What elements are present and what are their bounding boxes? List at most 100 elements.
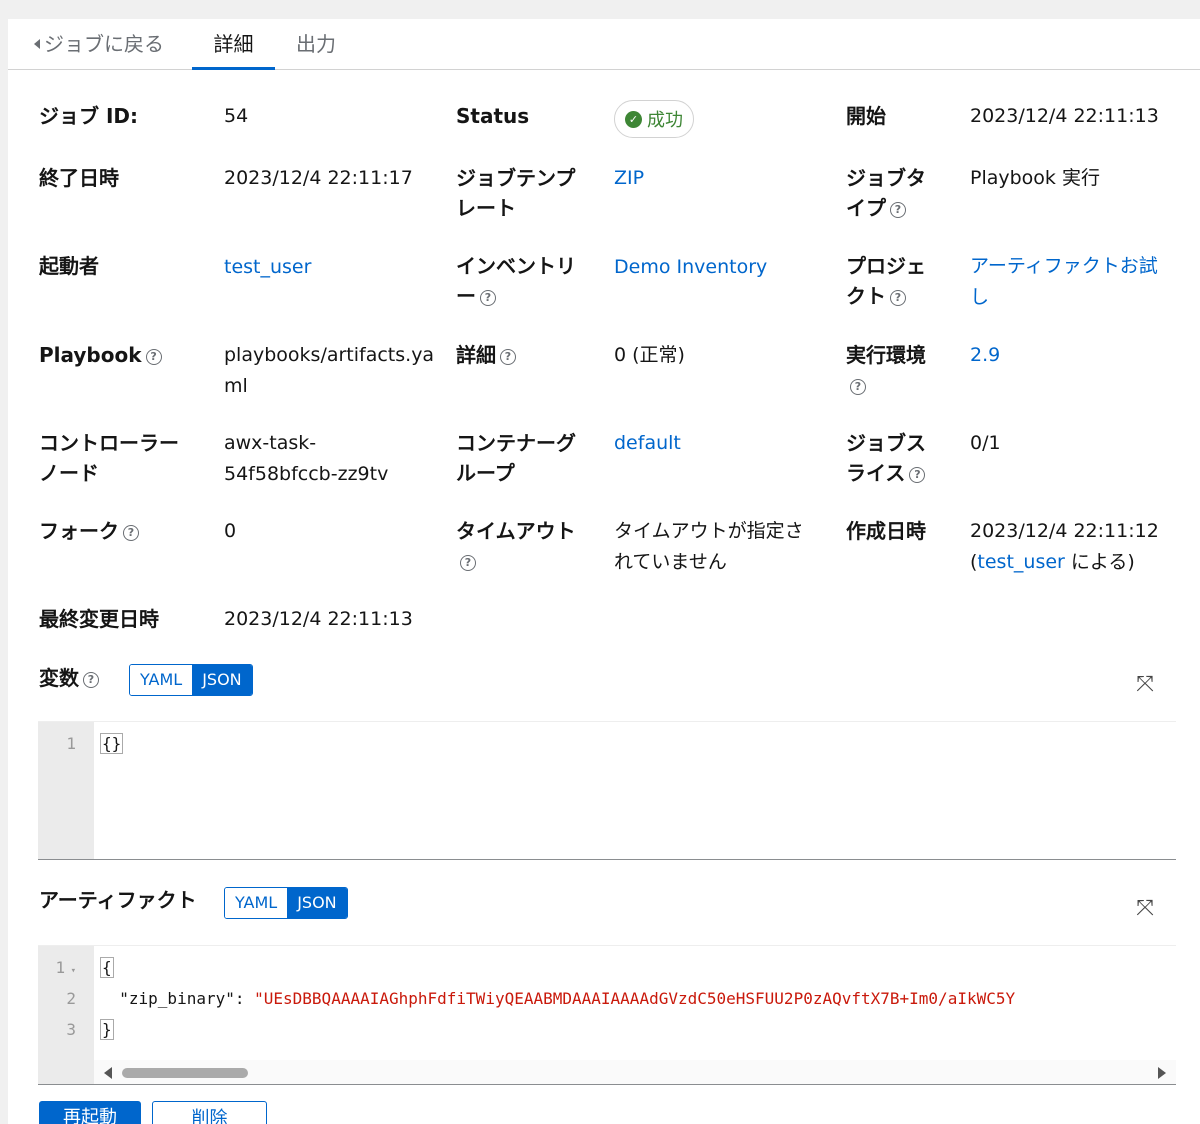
created-by-user-link[interactable]: test_user xyxy=(977,551,1064,573)
artifacts-yaml-button[interactable]: YAML xyxy=(225,888,288,918)
variables-code-line: {} xyxy=(100,728,124,759)
modified-label: 最終変更日時 xyxy=(39,607,159,631)
timeout-value: タイムアウトが指定さ れていません xyxy=(614,516,804,578)
controller-node-label-line2: ノード xyxy=(39,461,99,485)
tab-back-to-jobs[interactable]: ジョブに戻る xyxy=(34,19,164,70)
delete-button[interactable]: 削除 xyxy=(152,1101,267,1124)
job-template-link[interactable]: ZIP xyxy=(614,163,644,194)
project-link[interactable]: アーティファクトお試 し xyxy=(970,251,1158,313)
line-number: 3 xyxy=(66,1020,76,1039)
open-brace: { xyxy=(100,957,114,978)
fold-caret-icon[interactable]: ▾ xyxy=(65,966,76,976)
check-circle-icon: ✓ xyxy=(625,110,642,128)
started-value: 2023/12/4 22:11:13 xyxy=(970,105,1159,127)
timeout-value-line2: れていません xyxy=(614,551,727,573)
job-id-value: 54 xyxy=(224,105,249,127)
modified-value: 2023/12/4 22:11:13 xyxy=(224,608,413,630)
scroll-left-icon[interactable] xyxy=(104,1067,112,1079)
job-type-label: ジョブタ イプ? xyxy=(846,163,926,223)
job-slice-label-line1: ジョブス xyxy=(846,431,926,455)
artifacts-json-button[interactable]: JSON xyxy=(287,888,347,918)
project-label: プロジェ クト? xyxy=(846,251,926,311)
artifacts-code-line-1: { xyxy=(100,952,114,983)
variables-yaml-button[interactable]: YAML xyxy=(130,665,193,695)
caret-left-icon xyxy=(34,39,40,49)
tab-bar: ジョブに戻る 詳細 出力 xyxy=(8,19,1200,70)
artifacts-editor[interactable]: 1 ▾ 2 3 { "zip_binary": "UEsDBBQAAAAIAGh… xyxy=(38,945,1176,1085)
verbosity-value: 0 (正常) xyxy=(614,344,685,366)
artifacts-format-toggle: YAML JSON xyxy=(224,887,348,919)
controller-node-value-line2: 54f58bfccb-zz9tv xyxy=(224,463,389,485)
expand-icon[interactable]: ⤧ xyxy=(1134,898,1156,920)
project-label-line1: プロジェ xyxy=(846,254,926,278)
forks-label-text: フォーク xyxy=(39,519,119,543)
inventory-link[interactable]: Demo Inventory xyxy=(614,252,767,283)
created-label: 作成日時 xyxy=(846,519,926,543)
job-type-label-line2: イプ xyxy=(846,196,886,220)
job-slice-label-line2: ライス xyxy=(846,461,906,485)
line-number: 1 xyxy=(66,734,76,753)
help-icon[interactable]: ? xyxy=(460,555,476,571)
forks-value: 0 xyxy=(224,520,237,542)
project-link-line1: アーティファクトお試 xyxy=(970,255,1158,277)
execution-env-link[interactable]: 2.9 xyxy=(970,340,1000,371)
project-label-line2: クト xyxy=(846,284,886,308)
help-icon[interactable]: ? xyxy=(145,349,162,365)
launched-by-link[interactable]: test_user xyxy=(224,252,311,283)
created-date: 2023/12/4 22:11:12 xyxy=(970,520,1159,542)
tab-back-label: ジョブに戻る xyxy=(44,32,164,56)
artifacts-code-line-3: } xyxy=(100,1014,114,1045)
close-brace: } xyxy=(100,1019,114,1040)
container-group-label: コンテナーグ ループ xyxy=(456,428,576,488)
line-number: 2 xyxy=(66,989,76,1008)
variables-editor-gutter: 1 xyxy=(38,722,94,859)
playbook-value-line2: ml xyxy=(224,375,248,397)
relaunch-button[interactable]: 再起動 xyxy=(39,1101,141,1124)
artifact-colon: : xyxy=(234,989,255,1008)
expand-icon[interactable]: ⤧ xyxy=(1134,674,1156,696)
variables-json-button[interactable]: JSON xyxy=(192,665,252,695)
variables-label-text: 変数 xyxy=(39,666,79,690)
scrollbar-thumb[interactable] xyxy=(122,1068,248,1078)
job-template-label-line2: レート xyxy=(456,196,516,220)
help-icon[interactable]: ? xyxy=(850,379,866,395)
verbosity-label: 詳細? xyxy=(456,340,516,370)
scroll-right-icon[interactable] xyxy=(1158,1067,1166,1079)
variables-format-toggle: YAML JSON xyxy=(129,664,253,696)
status-label: Status xyxy=(456,104,530,128)
inventory-label: インベントリ ー? xyxy=(456,251,576,311)
artifact-value: "UEsDBBQAAAAIAGhphFdfiTWiyQEAABMDAAAIAAA… xyxy=(254,989,1016,1008)
job-detail-panel: ジョブに戻る 詳細 出力 ジョブ ID: 54 Status ✓ 成功 開始 2… xyxy=(8,19,1200,1124)
status-value: 成功 xyxy=(647,110,683,131)
line-number: 1 ▾ xyxy=(55,958,76,977)
status-badge: ✓ 成功 xyxy=(614,100,694,138)
execution-env-label-text: 実行環境 xyxy=(846,343,926,367)
help-icon[interactable]: ? xyxy=(500,349,516,365)
project-link-line2: し xyxy=(970,286,990,308)
help-icon[interactable]: ? xyxy=(480,290,496,306)
help-icon[interactable]: ? xyxy=(83,672,99,688)
artifacts-label: アーティファクト xyxy=(39,888,197,912)
created-value: 2023/12/4 22:11:12 (test_user による) xyxy=(970,516,1159,578)
artifact-key: "zip_binary" xyxy=(119,989,235,1008)
created-by-suffix: による) xyxy=(1064,551,1135,573)
container-group-link[interactable]: default xyxy=(614,428,681,459)
job-template-label-line1: ジョブテンプ xyxy=(456,166,576,190)
playbook-label-text: Playbook xyxy=(39,343,142,367)
help-icon[interactable]: ? xyxy=(890,202,906,218)
variables-editor[interactable]: 1 {} xyxy=(38,721,1176,860)
horizontal-scrollbar[interactable] xyxy=(94,1060,1176,1084)
help-icon[interactable]: ? xyxy=(123,525,139,541)
help-icon[interactable]: ? xyxy=(909,467,926,483)
finished-label: 終了日時 xyxy=(39,166,119,190)
playbook-label: Playbook? xyxy=(39,340,162,370)
controller-node-value-line1: awx-task- xyxy=(224,432,317,454)
controller-node-label-line1: コントローラー xyxy=(39,431,179,455)
timeout-label: タイムアウト ? xyxy=(456,516,576,576)
variables-code-text: {} xyxy=(100,733,124,754)
tab-details[interactable]: 詳細 xyxy=(192,19,275,70)
playbook-value-line1: playbooks/artifacts.ya xyxy=(224,344,435,366)
inventory-label-line2: ー xyxy=(456,284,476,308)
help-icon[interactable]: ? xyxy=(890,290,906,306)
tab-output[interactable]: 出力 xyxy=(296,19,336,70)
